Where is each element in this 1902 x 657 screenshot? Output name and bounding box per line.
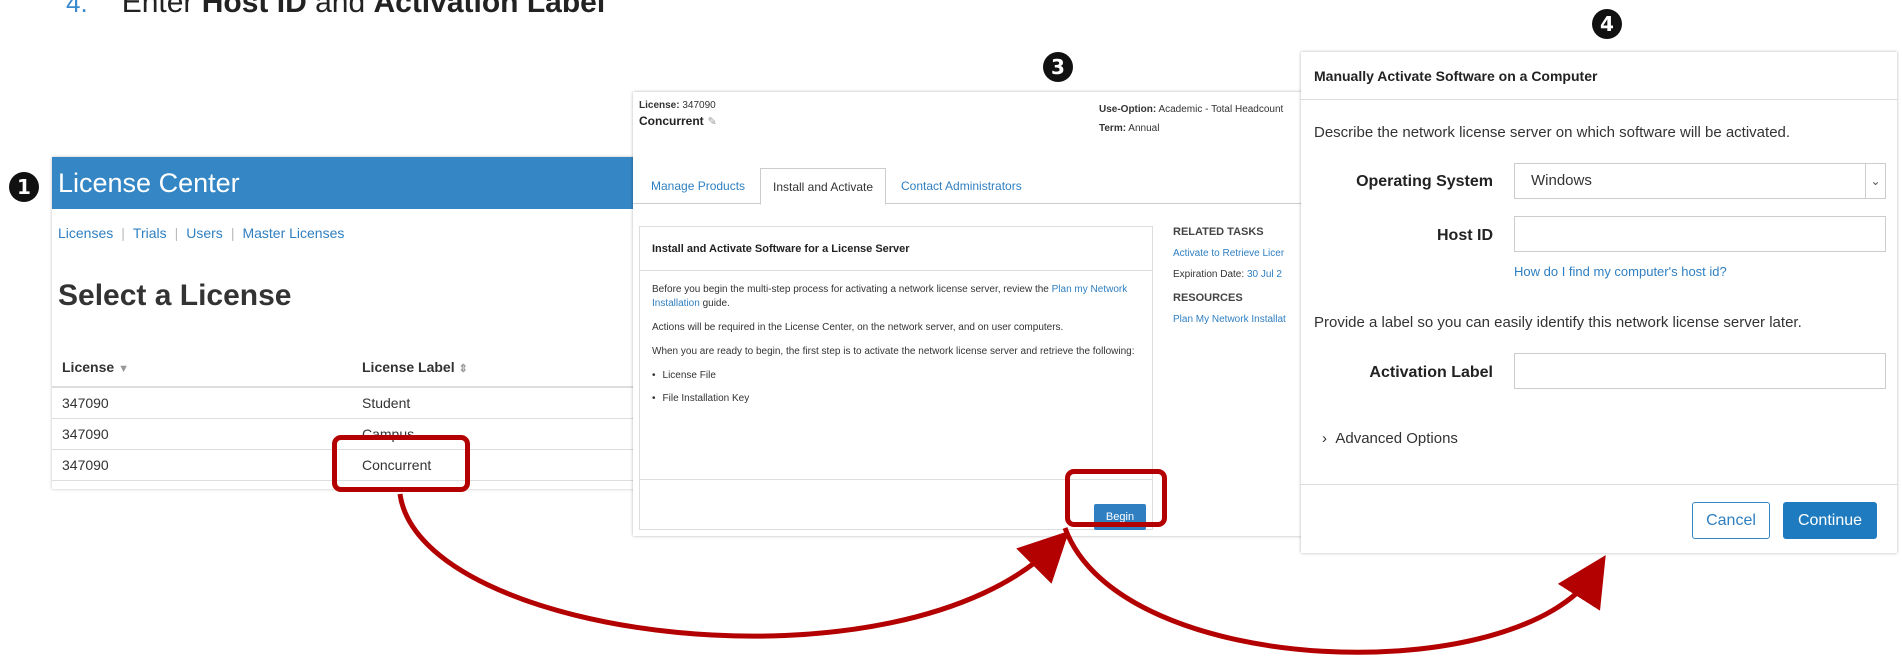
arrow-to-begin	[397, 493, 1070, 639]
flow-arrows	[397, 493, 1606, 655]
arrow-to-dialog	[1062, 527, 1606, 655]
